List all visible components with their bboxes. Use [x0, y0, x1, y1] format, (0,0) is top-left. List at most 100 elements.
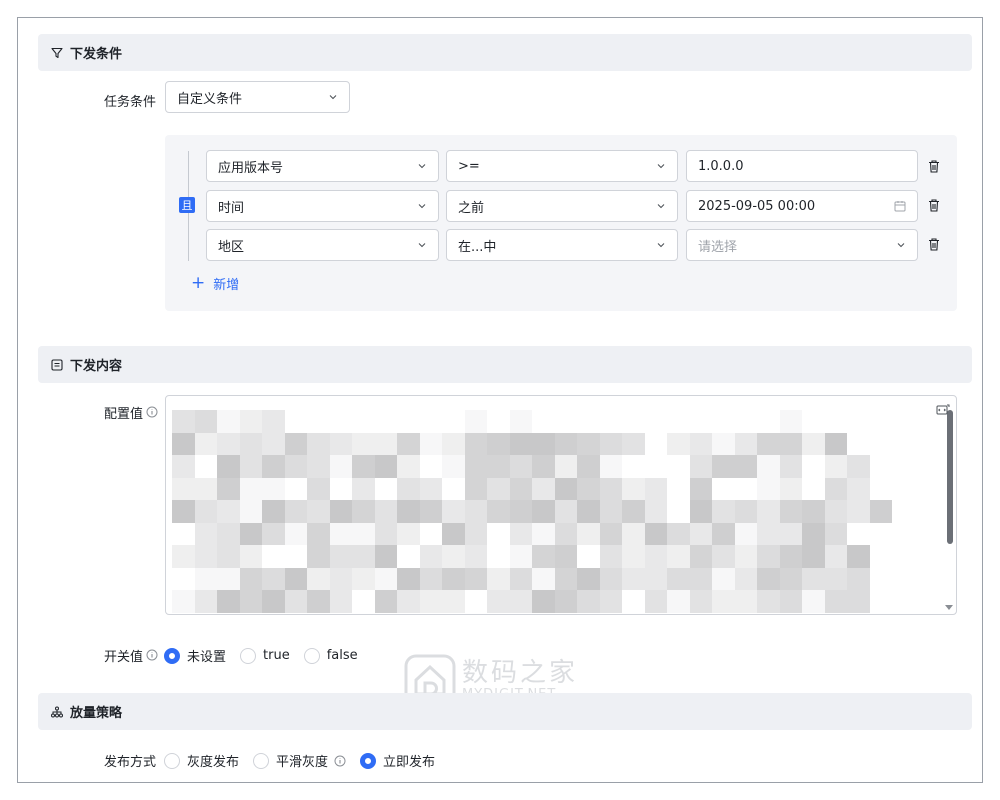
radio-immediate-release[interactable]: 立即发布	[360, 751, 435, 770]
mosaic-cell	[172, 567, 195, 590]
mosaic-cell	[599, 432, 622, 455]
mosaic-cell	[757, 567, 780, 590]
delete-icon[interactable]	[928, 160, 940, 173]
mosaic-cell	[442, 432, 465, 455]
mosaic-cell	[374, 432, 397, 455]
mosaic-cell	[802, 477, 825, 500]
mosaic-cell	[329, 500, 352, 523]
mosaic-cell	[779, 567, 802, 590]
delete-icon[interactable]	[928, 238, 940, 251]
mosaic-cell	[802, 455, 825, 478]
mosaic-cell	[644, 477, 667, 500]
mosaic-cell	[374, 477, 397, 500]
info-icon[interactable]	[146, 406, 158, 418]
mosaic-cell	[532, 522, 555, 545]
mosaic-cell	[352, 590, 375, 613]
mosaic-cell	[194, 500, 217, 523]
task-condition-select[interactable]: 自定义条件	[165, 81, 350, 113]
scroll-down-arrow-icon[interactable]	[945, 605, 953, 610]
section-title: 下发内容	[70, 359, 123, 374]
mosaic-cell	[374, 545, 397, 568]
mosaic-cell	[824, 522, 847, 545]
add-condition-button[interactable]: + 新增	[191, 274, 239, 294]
mosaic-cell	[712, 545, 735, 568]
mosaic-cell	[712, 590, 735, 613]
mosaic-cell	[577, 500, 600, 523]
scrollbar-thumb[interactable]	[947, 410, 953, 544]
radio-dot[interactable]	[164, 647, 180, 664]
mosaic-cell	[757, 522, 780, 545]
and-logic-toggle[interactable]: 且	[179, 197, 195, 213]
condition-value-input[interactable]: 1.0.0.0	[686, 150, 918, 182]
switch-value-label-text: 开关值	[103, 649, 143, 665]
mosaic-cell	[487, 567, 510, 590]
mosaic-cell	[329, 590, 352, 613]
mosaic-cell	[172, 432, 195, 455]
condition-field-select[interactable]: 应用版本号	[206, 150, 439, 182]
config-code-editor[interactable]	[165, 395, 957, 615]
mosaic-cell	[779, 500, 802, 523]
mosaic-cell	[689, 432, 712, 455]
radio-smooth-gray[interactable]: 平滑灰度	[253, 751, 346, 770]
section-header-rollout: 放量策略	[38, 693, 972, 730]
mosaic-cell	[847, 590, 870, 613]
radio-label: 未设置	[187, 650, 227, 665]
mosaic-cell	[464, 477, 487, 500]
info-icon[interactable]	[146, 649, 158, 661]
mosaic-cell	[262, 590, 285, 613]
format-code-icon[interactable]	[936, 404, 950, 416]
mosaic-cell	[847, 567, 870, 590]
condition-field-select[interactable]: 地区	[206, 229, 439, 261]
condition-date-picker[interactable]: 2025-09-05 00:00	[686, 190, 918, 222]
radio-gray-release[interactable]: 灰度发布	[164, 751, 239, 770]
radio-dot[interactable]	[240, 647, 257, 664]
condition-operator-select[interactable]: >=	[446, 150, 678, 182]
mosaic-cell	[464, 545, 487, 568]
radio-unset[interactable]: 未设置	[164, 646, 226, 665]
radio-dot[interactable]	[164, 752, 180, 769]
mosaic-cell	[239, 410, 262, 433]
mosaic-cell	[442, 522, 465, 545]
mosaic-cell	[869, 455, 892, 478]
mosaic-cell	[487, 522, 510, 545]
condition-operator-select[interactable]: 之前	[446, 190, 678, 222]
chevron-down-icon	[896, 240, 906, 250]
mosaic-cell	[734, 545, 757, 568]
radio-false[interactable]: false	[303, 647, 358, 664]
mosaic-cell	[419, 477, 442, 500]
radio-label: 灰度发布	[187, 755, 240, 770]
radio-dot[interactable]	[303, 647, 320, 664]
mosaic-cell	[262, 545, 285, 568]
mosaic-cell	[487, 500, 510, 523]
mosaic-cell	[622, 522, 645, 545]
delete-icon[interactable]	[928, 199, 940, 212]
radio-dot[interactable]	[360, 752, 377, 769]
task-condition-label: 任务条件	[103, 94, 156, 110]
condition-region-select[interactable]: 请选择	[686, 229, 918, 261]
mosaic-cell	[397, 567, 420, 590]
mosaic-cell	[712, 455, 735, 478]
mosaic-cell	[802, 522, 825, 545]
mosaic-cell	[869, 410, 892, 433]
mosaic-cell	[307, 477, 330, 500]
mosaic-cell	[667, 590, 690, 613]
mosaic-cell	[442, 477, 465, 500]
mosaic-cell	[419, 567, 442, 590]
radio-label: 平滑灰度	[276, 755, 329, 770]
mosaic-cell	[284, 500, 307, 523]
condition-field-select[interactable]: 时间	[206, 190, 439, 222]
mosaic-cell	[172, 455, 195, 478]
radio-true[interactable]: true	[240, 647, 290, 664]
radio-label: true	[263, 648, 290, 663]
mosaic-cell	[284, 545, 307, 568]
mosaic-cell	[824, 432, 847, 455]
mosaic-cell	[262, 455, 285, 478]
section-title: 放量策略	[70, 706, 123, 721]
mosaic-cell	[847, 455, 870, 478]
mosaic-cell	[509, 410, 532, 433]
mosaic-cell	[374, 590, 397, 613]
radio-dot[interactable]	[253, 752, 270, 769]
mosaic-cell	[532, 567, 555, 590]
info-icon[interactable]	[334, 755, 346, 767]
condition-operator-select[interactable]: 在...中	[446, 229, 678, 261]
